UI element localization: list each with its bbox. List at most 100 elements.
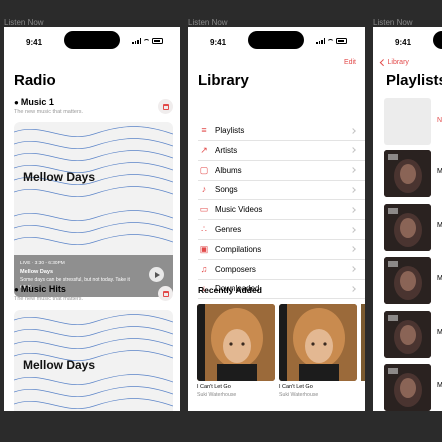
frame-label: Listen Now [373,18,413,27]
new-playlist-label[interactable]: N [437,117,442,124]
frame-label: Listen Now [4,18,44,27]
status-time: 9:41 [26,38,43,47]
library-item-composers[interactable]: ♫ Composers [198,260,365,280]
chevron-left-icon [380,59,387,66]
recently-added-title: Recently Added [198,285,262,295]
station-title[interactable]: ● Music Hits [14,284,66,294]
album-tile[interactable]: I Can't Let Go Suki Waterhouse [197,304,275,398]
library-item-label: Albums [215,165,242,175]
page-title: Playlists [386,72,442,89]
compilations-icon: ▣ [199,243,209,254]
album-artist: Suki Waterhouse [197,392,237,398]
library-item-label: Music Videos [215,205,263,215]
page-title: Library [198,72,249,89]
library-item-label: Genres [215,225,242,234]
card-title: Mellow Days [23,358,96,372]
library-item-label: Playlists [215,126,245,135]
album-tile[interactable]: I Can't Let Go Suki Waterhouse [279,304,357,398]
chevron-right-icon [350,266,356,272]
card-title: Mellow Days [23,170,96,184]
signal-icon [316,38,325,44]
library-item-label: Artists [215,145,238,155]
battery-icon [152,38,163,44]
library-item-albums[interactable]: ▢ Albums [198,161,365,181]
calendar-button[interactable] [158,286,173,301]
library-item-label: Compilations [215,244,262,254]
live-time: LIVE · 3:30 - 6:30PM [20,261,65,266]
tv-icon: ▭ [199,204,209,215]
album-artist: Suki Waterhouse [279,392,319,398]
library-item-playlists[interactable]: ≡ Playlists [198,121,365,141]
playlist-icon: ≡ [201,125,207,135]
status-bar: 9:41 [188,27,365,53]
status-bar: 9:41 [4,27,180,53]
microphone-icon: ↗ [200,144,208,155]
radio-screen: 9:41 Radio ● Music 1 The new music that … [4,27,180,411]
playlist-artwork[interactable] [384,150,431,197]
chevron-right-icon [350,127,356,134]
apple-logo-icon: ● [14,97,19,107]
chevron-right-icon [350,147,356,154]
playlist-name: M [437,382,442,389]
station-subtitle: The new music that matters. [14,296,84,302]
battery-icon [336,38,347,44]
playlist-artwork[interactable] [384,203,431,251]
library-item-genres[interactable]: ∴ Genres [198,220,365,240]
playlist-artwork[interactable] [384,364,431,411]
playlist-name: M [437,221,442,229]
chevron-right-icon [350,286,356,292]
library-item-music-videos[interactable]: ▭ Music Videos [198,200,365,221]
playlist-artwork[interactable] [384,257,431,304]
chevron-right-icon [350,226,356,233]
wifi-icon [327,38,334,44]
library-item-songs[interactable]: ♪ Songs [198,180,365,201]
dynamic-island [248,31,304,49]
status-time: 9:41 [395,38,412,47]
wifi-icon [143,38,150,44]
chevron-right-icon [350,167,356,173]
album-icon: ▢ [199,164,209,175]
status-icons [316,38,347,44]
playlist-artwork[interactable] [384,310,431,358]
station-name: Music Hits [20,284,66,294]
edit-button[interactable]: Edit [344,59,356,66]
frame-label: Listen Now [188,18,228,27]
chevron-right-icon [350,206,356,213]
playlist-name: M [437,328,442,336]
playlists-screen: 9:41 Library Playlists N M M M M M [373,27,442,411]
status-time: 9:41 [210,38,227,47]
note-icon: ♪ [201,184,207,195]
calendar-icon [162,290,169,297]
library-item-artists[interactable]: ↗ Artists [198,141,365,161]
album-art [197,304,275,381]
chevron-right-icon [350,246,356,253]
play-button[interactable] [149,267,164,282]
station-subtitle: The new music that matters. [14,109,84,115]
album-art [279,304,357,381]
library-item-label: Composers [215,264,256,274]
chevron-right-icon [350,187,356,193]
show-name: Mellow Days [20,269,54,275]
station-name: Music 1 [20,97,54,107]
station-title[interactable]: ● Music 1 [14,97,54,107]
dynamic-island [433,31,442,49]
station-card[interactable]: Mellow Days LIVE · 3:30 - 6:30PM Mellow … [14,122,173,297]
new-playlist-tile[interactable] [384,98,431,145]
album-name: I Can't Let Go [279,384,313,390]
album-art-peek [361,304,365,381]
dynamic-island [64,31,120,49]
back-button[interactable]: Library [377,59,409,66]
calendar-button[interactable] [158,99,173,114]
calendar-icon [162,103,169,110]
playlist-name: M [437,275,442,282]
station-card[interactable]: Mellow Days [14,310,173,411]
signal-icon [132,38,141,44]
apple-logo-icon: ● [14,284,19,294]
genres-icon: ∴ [201,224,207,234]
back-label: Library [387,59,409,66]
status-icons [132,38,163,44]
notes-icon: ♫ [200,263,208,274]
page-title: Radio [14,72,56,89]
library-item-compilations[interactable]: ▣ Compilations [198,240,365,260]
library-item-label: Songs [215,185,238,195]
